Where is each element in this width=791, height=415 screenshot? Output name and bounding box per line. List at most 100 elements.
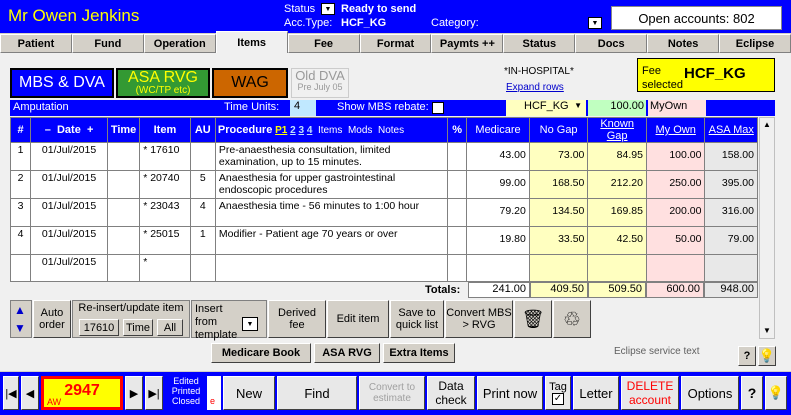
asa-rvg-book-button[interactable]: ASA RVG <box>314 343 380 363</box>
row-procedure[interactable]: Anaesthesia for upper gastrointestinal e… <box>214 170 449 199</box>
template-dropdown[interactable]: ▼ <box>242 317 258 331</box>
row-item[interactable]: * 25015 <box>139 226 191 255</box>
lightbulb-bottom-icon[interactable]: 💡 <box>765 376 787 410</box>
move-up-icon[interactable]: ▲ <box>14 303 26 317</box>
row-date[interactable]: 01/Jul/2015 <box>30 198 108 227</box>
table-row[interactable]: 4 01/Jul/2015 * 25015 1 Modifier - Patient a… <box>9 226 758 255</box>
print-now-button[interactable]: Print now <box>477 376 543 410</box>
table-row[interactable]: 01/Jul/2015 * <box>9 254 758 282</box>
convert-estimate-button[interactable]: Convert to estimate <box>359 376 425 410</box>
proc-items[interactable]: Items <box>318 125 342 136</box>
help-bottom-icon[interactable]: ? <box>741 376 763 410</box>
row-date[interactable]: 01/Jul/2015 <box>30 254 108 282</box>
tab-notes[interactable]: Notes <box>647 34 720 53</box>
row-time[interactable] <box>106 170 141 199</box>
options-button[interactable]: Options <box>681 376 739 410</box>
prev-record-icon[interactable]: ◀ <box>21 376 39 410</box>
row-item[interactable]: * 17610 <box>139 142 191 171</box>
tab-format[interactable]: Format <box>359 34 432 53</box>
proc-p3[interactable]: 3 <box>298 125 304 136</box>
col-date[interactable]: – Date + <box>30 117 108 143</box>
reinsert-item-button[interactable]: 17610 <box>79 319 119 336</box>
rebate-checkbox[interactable] <box>432 102 444 114</box>
asa-rvg-button[interactable]: ASA RVG (WC/TP etc) <box>116 68 210 98</box>
row-item[interactable]: * 23043 <box>139 198 191 227</box>
next-record-icon[interactable]: ▶ <box>125 376 143 410</box>
row-date[interactable]: 01/Jul/2015 <box>30 226 108 255</box>
extra-items-button[interactable]: Extra Items <box>383 343 455 363</box>
convert-mbs-rvg-button[interactable]: Convert MBS > RVG <box>445 300 513 338</box>
row-date[interactable]: 01/Jul/2015 <box>30 142 108 171</box>
letter-button[interactable]: Letter <box>573 376 619 410</box>
wag-button[interactable]: WAG <box>212 68 288 98</box>
category-dropdown[interactable]: ▼ <box>588 17 602 29</box>
row-time[interactable] <box>106 198 141 227</box>
tab-fund[interactable]: Fund <box>71 34 144 53</box>
open-accounts[interactable]: Open accounts: 802 <box>611 6 782 30</box>
tab-status[interactable]: Status <box>503 34 576 53</box>
scroll-up-icon[interactable]: ▲ <box>760 118 774 132</box>
proc-p2[interactable]: 2 <box>290 125 296 136</box>
tab-eclipse[interactable]: Eclipse <box>719 34 791 53</box>
tab-paymts[interactable]: Paymts ++ <box>431 34 504 53</box>
derived-fee-button[interactable]: Derived fee <box>268 300 326 338</box>
help-icon[interactable]: ? <box>738 346 756 366</box>
table-row[interactable]: 3 01/Jul/2015 * 23043 4 Anaesthesia time - 5… <box>9 198 758 227</box>
col-knowngap[interactable]: Known Gap <box>587 117 647 143</box>
col-asamax[interactable]: ASA Max <box>704 117 758 143</box>
tab-patient[interactable]: Patient <box>0 34 72 53</box>
proc-notes[interactable]: Notes <box>378 125 404 136</box>
date-plus[interactable]: + <box>87 124 93 136</box>
medicare-book-button[interactable]: Medicare Book <box>211 343 311 363</box>
row-time[interactable] <box>106 142 141 171</box>
new-button[interactable]: New <box>223 376 275 410</box>
recycle-bin-icon[interactable]: ♲ <box>553 300 591 338</box>
expand-rows-link[interactable]: Expand rows <box>506 82 564 93</box>
date-minus[interactable]: – <box>45 124 51 136</box>
tab-operation[interactable]: Operation <box>143 34 216 53</box>
tab-docs[interactable]: Docs <box>575 34 648 53</box>
table-row[interactable]: 1 01/Jul/2015 * 17610 Pre-anaesthesia consu… <box>9 142 758 171</box>
mbs-dva-button[interactable]: MBS & DVA <box>10 68 114 98</box>
move-down-icon[interactable]: ▼ <box>14 321 26 335</box>
old-dva-button[interactable]: Old DVA Pre July 05 <box>291 68 349 98</box>
account-number-box[interactable]: 2947 AW <box>41 376 123 410</box>
grid-scrollbar[interactable]: ▲ ▼ <box>759 117 775 339</box>
save-quick-list-button[interactable]: Save to quick list <box>390 300 444 338</box>
status-dropdown[interactable]: ▼ <box>321 3 335 15</box>
proc-p1[interactable]: P1 <box>275 125 287 136</box>
scroll-down-icon[interactable]: ▼ <box>760 324 774 338</box>
tab-fee[interactable]: Fee <box>287 34 360 53</box>
reinsert-time-button[interactable]: Time <box>123 319 153 336</box>
table-row[interactable]: 2 01/Jul/2015 * 20740 5 Anaesthesia for uppe… <box>9 170 758 199</box>
row-time[interactable] <box>106 226 141 255</box>
proc-mods[interactable]: Mods <box>348 125 372 136</box>
find-button[interactable]: Find <box>277 376 357 410</box>
row-item[interactable]: * <box>139 254 191 282</box>
fund-select[interactable]: HCF_KG ▼ <box>506 100 586 116</box>
row-item[interactable]: * 20740 <box>139 170 191 199</box>
row-time[interactable] <box>106 254 141 282</box>
tag-checkbox[interactable]: ✓ <box>552 393 564 405</box>
reinsert-all-button[interactable]: All <box>157 319 183 336</box>
tag-toggle[interactable]: Tag ✓ <box>545 376 571 410</box>
first-record-icon[interactable]: |◀ <box>3 376 19 410</box>
data-check-button[interactable]: Data check <box>427 376 475 410</box>
lightbulb-icon[interactable]: 💡 <box>758 346 776 366</box>
last-record-icon[interactable]: ▶| <box>145 376 163 410</box>
col-myown[interactable]: My Own <box>645 117 706 143</box>
tab-items[interactable]: Items <box>215 31 288 53</box>
row-procedure[interactable] <box>214 254 449 282</box>
edit-item-button[interactable]: Edit item <box>327 300 389 338</box>
myown-field[interactable]: MyOwn <box>648 100 706 116</box>
auto-order-button[interactable]: Auto order <box>33 300 71 338</box>
trash-icon[interactable]: 🗑 <box>514 300 552 338</box>
fee-amount[interactable]: 100.00 <box>588 100 646 116</box>
row-date[interactable]: 01/Jul/2015 <box>30 170 108 199</box>
row-procedure[interactable]: Anaesthesia time - 56 minutes to 1:00 ho… <box>214 198 449 227</box>
time-units-input[interactable]: 4 <box>290 100 316 116</box>
row-procedure[interactable]: Pre-anaesthesia consultation, limited ex… <box>214 142 449 171</box>
delete-account-button[interactable]: DELETE account <box>621 376 679 410</box>
row-procedure[interactable]: Modifier - Patient age 70 years or over <box>214 226 449 255</box>
proc-p4[interactable]: 4 <box>307 125 313 136</box>
